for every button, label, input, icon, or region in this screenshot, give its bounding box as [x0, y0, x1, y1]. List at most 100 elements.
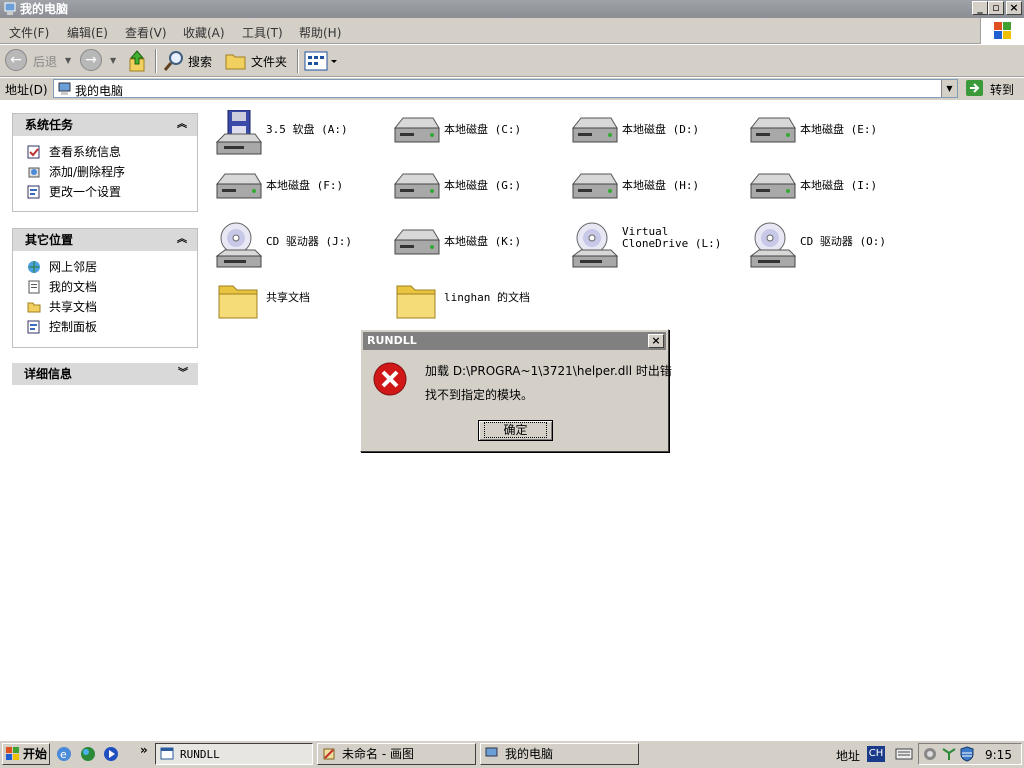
dialog-title-bar[interactable]: RUNDLL ×: [363, 332, 666, 350]
window-title-bar[interactable]: 我的电脑 _ ▫ ×: [0, 0, 1024, 18]
folders-button-label[interactable]: 文件夹: [251, 53, 287, 70]
ie-quicklaunch-icon[interactable]: e: [56, 746, 72, 765]
windows-logo-icon: [6, 747, 20, 764]
drive-label: CD 驱动器 (O:): [800, 235, 886, 248]
details-panel: 详细信息 ︾: [12, 363, 198, 386]
task-change-setting[interactable]: 更改一个设置: [13, 182, 197, 202]
drive-label: Virtual CloneDrive (L:): [622, 225, 722, 250]
drive-item[interactable]: 共享文档: [214, 278, 384, 330]
drive-label: 本地磁盘 (C:): [444, 123, 522, 136]
system-tasks-panel: 系统任务 ︽ 查看系统信息 添加/删除程序 更改一个设置: [12, 113, 198, 212]
collapse-chevron-icon[interactable]: ︽: [177, 229, 187, 251]
volume-icon[interactable]: [923, 747, 937, 764]
window-title: 我的电脑: [20, 2, 69, 16]
expand-chevron-icon[interactable]: ︾: [178, 363, 188, 385]
back-dropdown-icon[interactable]: ▼: [65, 56, 71, 65]
dialog-close-button[interactable]: ×: [648, 334, 664, 348]
control-panel-icon: [27, 320, 41, 340]
drive-item[interactable]: 本地磁盘 (D:): [570, 110, 740, 162]
task-add-remove-programs[interactable]: 添加/删除程序: [13, 162, 197, 182]
forward-arrow-icon[interactable]: →: [80, 49, 102, 71]
menu-help[interactable]: 帮助(H): [299, 24, 341, 41]
control-panel-icon: [27, 185, 41, 205]
task-rundll[interactable]: RUNDLL: [155, 743, 313, 765]
views-icon[interactable]: [304, 50, 340, 75]
restore-button[interactable]: ▫: [988, 1, 1004, 15]
taskbar-address-label[interactable]: 地址: [836, 747, 860, 764]
menu-edit[interactable]: 编辑(E): [67, 24, 108, 41]
task-my-computer[interactable]: 我的电脑: [480, 743, 639, 765]
minimize-button[interactable]: _: [972, 1, 988, 15]
start-label: 开始: [23, 747, 48, 761]
drive-item[interactable]: 本地磁盘 (K:): [392, 222, 562, 274]
place-label: 网上邻居: [49, 260, 98, 274]
taskbar: 开始 e » RUNDLL 未命名 - 画图 我的电脑 地址 CH 9:15: [0, 740, 1024, 768]
drive-item[interactable]: 3.5 软盘 (A:): [214, 110, 384, 162]
security-shield-icon[interactable]: [959, 746, 975, 765]
drive-item[interactable]: linghan 的文档: [392, 278, 562, 330]
place-shared-documents[interactable]: 共享文档: [13, 297, 197, 317]
drive-item[interactable]: 本地磁盘 (G:): [392, 166, 562, 218]
search-icon[interactable]: [162, 49, 186, 76]
go-arrow-icon: [966, 80, 984, 100]
other-places-header[interactable]: 其它位置 ︽: [13, 229, 197, 251]
menu-favorites[interactable]: 收藏(A): [183, 24, 225, 41]
drive-label: 本地磁盘 (G:): [444, 179, 522, 192]
task-view-system-info[interactable]: 查看系统信息: [13, 142, 197, 162]
details-title: 详细信息: [24, 367, 73, 381]
address-dropdown-icon[interactable]: ▼: [941, 80, 957, 97]
search-button-label[interactable]: 搜索: [188, 53, 212, 70]
collapse-chevron-icon[interactable]: ︽: [177, 114, 187, 136]
back-button-label[interactable]: 后退: [33, 53, 57, 70]
clock[interactable]: 9:15: [985, 748, 1012, 762]
drive-item[interactable]: 本地磁盘 (C:): [392, 110, 562, 162]
go-button[interactable]: 转到: [962, 79, 1020, 98]
details-header[interactable]: 详细信息 ︾: [12, 363, 198, 385]
ime-indicator[interactable]: CH: [867, 746, 885, 762]
drive-item[interactable]: CD 驱动器 (J:): [214, 222, 384, 274]
ok-button[interactable]: 确定: [478, 420, 553, 441]
up-folder-icon[interactable]: [126, 49, 150, 76]
back-arrow-icon[interactable]: ←: [5, 49, 27, 71]
other-places-panel: 其它位置 ︽ 网上邻居 我的文档 共享文档 控制面板: [12, 228, 198, 348]
drive-label: 共享文档: [266, 291, 310, 304]
start-button[interactable]: 开始: [2, 743, 50, 765]
place-label: 控制面板: [49, 320, 98, 334]
menu-bar: 文件(F) 编辑(E) 查看(V) 收藏(A) 工具(T) 帮助(H): [0, 18, 1024, 44]
globe-quicklaunch-icon[interactable]: [80, 746, 96, 765]
drive-item[interactable]: CD 驱动器 (O:): [748, 222, 918, 274]
task-label: 我的电脑: [505, 747, 554, 761]
drive-item[interactable]: 本地磁盘 (H:): [570, 166, 740, 218]
media-player-quicklaunch-icon[interactable]: [103, 746, 119, 765]
drive-item[interactable]: 本地磁盘 (E:): [748, 110, 918, 162]
drive-item[interactable]: Virtual CloneDrive (L:): [570, 222, 740, 274]
place-network[interactable]: 网上邻居: [13, 257, 197, 277]
toolbar: ← 后退 ▼ → ▼ 搜索 文件夹: [0, 45, 1024, 77]
task-label: 未命名 - 画图: [342, 747, 414, 761]
place-my-documents[interactable]: 我的文档: [13, 277, 197, 297]
task-label: 更改一个设置: [49, 185, 122, 199]
drive-item[interactable]: 本地磁盘 (I:): [748, 166, 918, 218]
menu-view[interactable]: 查看(V): [125, 24, 167, 41]
dialog-message-line2: 找不到指定的模块。: [425, 388, 534, 402]
menu-tools[interactable]: 工具(T): [242, 24, 283, 41]
ok-button-label: 确定: [484, 422, 547, 438]
network-tray-icon[interactable]: [941, 747, 957, 764]
task-paint[interactable]: 未命名 - 画图: [317, 743, 476, 765]
forward-dropdown-icon[interactable]: ▼: [110, 56, 116, 65]
menu-file[interactable]: 文件(F): [9, 24, 49, 41]
place-label: 我的文档: [49, 280, 98, 294]
system-tray: 9:15: [918, 743, 1022, 765]
other-places-title: 其它位置: [25, 233, 74, 247]
drive-item[interactable]: 本地磁盘 (F:): [214, 166, 384, 218]
place-label: 共享文档: [49, 300, 98, 314]
address-input[interactable]: 我的电脑 ▼: [53, 79, 958, 98]
drive-label: linghan 的文档: [444, 291, 530, 304]
keyboard-icon[interactable]: [895, 747, 913, 764]
place-control-panel[interactable]: 控制面板: [13, 317, 197, 337]
folders-icon[interactable]: [224, 50, 248, 75]
quicklaunch-overflow-icon[interactable]: »: [140, 743, 148, 757]
system-tasks-header[interactable]: 系统任务 ︽: [13, 114, 197, 136]
drive-label: CD 驱动器 (J:): [266, 235, 352, 248]
close-button[interactable]: ×: [1006, 1, 1022, 15]
